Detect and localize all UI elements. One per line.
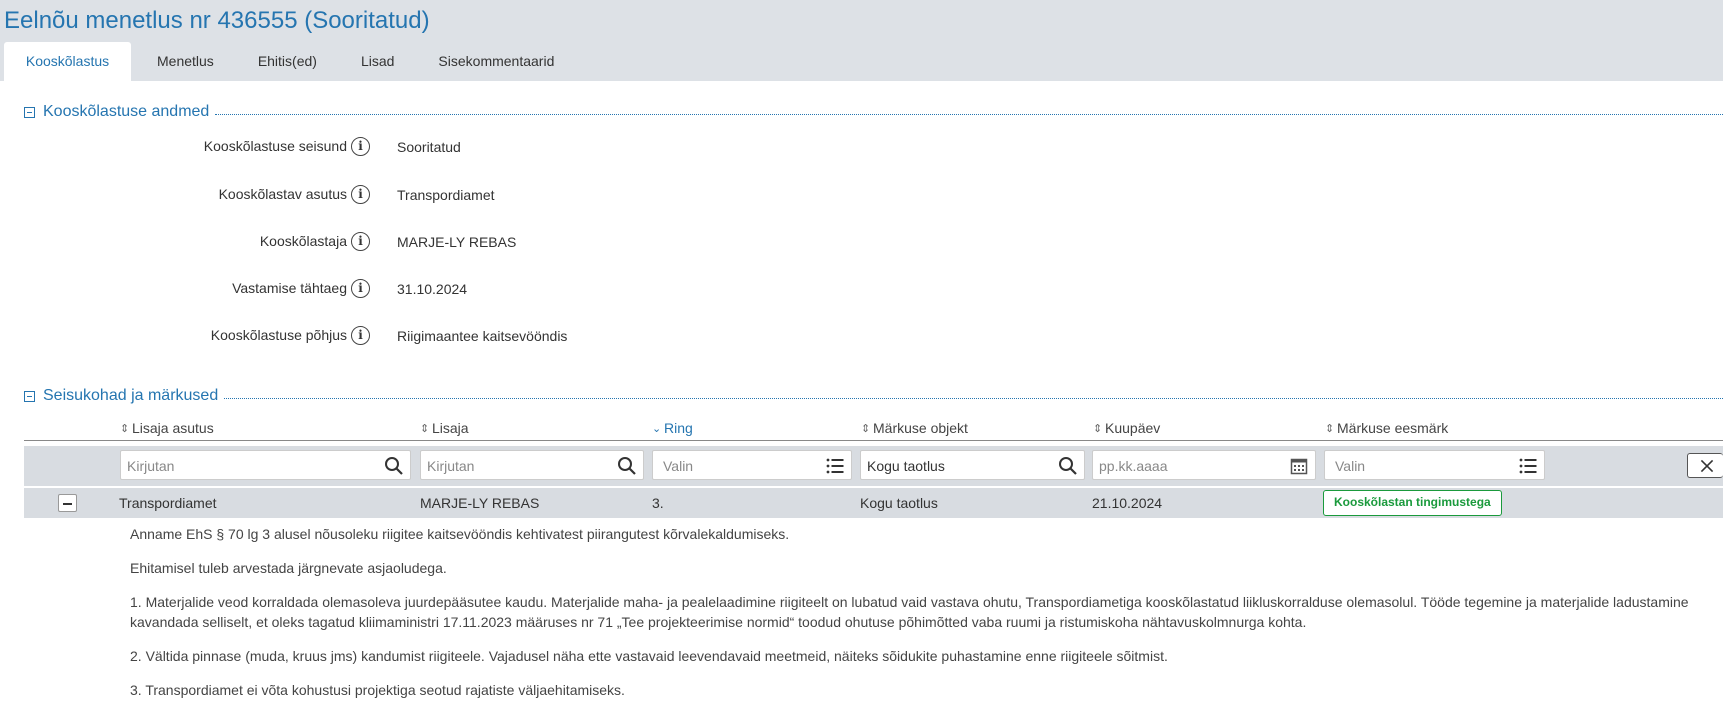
search-icon[interactable]: [1058, 456, 1078, 476]
field-row-reason: Kooskõlastuse põhjus i Riigimaantee kait…: [0, 324, 1723, 348]
date-filter-input[interactable]: pp.kk.aaaa: [1092, 450, 1316, 480]
filter-placeholder: Valin: [663, 458, 694, 474]
column-label: Märkuse objekt: [873, 420, 968, 436]
column-label: Lisaja asutus: [132, 420, 214, 436]
field-label: Kooskõlastuse seisund: [203, 138, 347, 154]
filter-placeholder: pp.kk.aaaa: [1099, 458, 1168, 474]
top-bar: Eelnõu menetlus nr 436555 (Sooritatud) K…: [0, 0, 1723, 81]
field-value: Riigimaantee kaitsevööndis: [397, 328, 568, 344]
purpose-filter-select[interactable]: Valin: [1324, 450, 1545, 480]
field-value: MARJE-LY REBAS: [397, 234, 517, 250]
filter-value: Kogu taotlus: [867, 458, 945, 474]
tab-bar: Kooskõlastus Menetlus Ehitis(ed) Lisad S…: [4, 42, 574, 81]
tab-kooskolastus[interactable]: Kooskõlastus: [4, 42, 131, 81]
comment-paragraph: 1. Materjalide veod korraldada olemasole…: [130, 594, 1689, 630]
page-title: Eelnõu menetlus nr 436555 (Sooritatud): [4, 7, 430, 34]
field-row-approver: Kooskõlastaja i MARJE-LY REBAS: [0, 230, 1723, 254]
sort-icon: ⇕: [1325, 422, 1335, 435]
row-adder: MARJE-LY REBAS: [420, 495, 540, 511]
filter-placeholder: Valin: [1335, 458, 1366, 474]
column-header-purpose[interactable]: ⇕ Märkuse eesmärk: [1325, 418, 1448, 438]
chevron-down-icon: ⌄: [652, 422, 662, 435]
tab-ehitised[interactable]: Ehitis(ed): [238, 42, 337, 81]
clear-filters-button[interactable]: [1687, 453, 1723, 478]
calendar-icon[interactable]: [1289, 456, 1309, 476]
comment-paragraph: 3. Transpordiamet ei võta kohustusi proj…: [130, 682, 625, 698]
collapse-icon[interactable]: [24, 390, 35, 402]
column-header-round[interactable]: ⌄ Ring: [652, 418, 693, 438]
collapse-icon[interactable]: [24, 106, 35, 118]
status-badge: Kooskõlastan tingimustega: [1323, 490, 1502, 516]
column-header-agency[interactable]: ⇕ Lisaja asutus: [120, 418, 214, 438]
sort-icon: ⇕: [420, 422, 430, 435]
coordination-section-header: Kooskõlastuse andmed: [24, 103, 1723, 121]
object-filter-input[interactable]: Kogu taotlus: [860, 450, 1085, 480]
row-agency: Transpordiamet: [119, 495, 217, 511]
field-value: Sooritatud: [397, 139, 461, 155]
row-date: 21.10.2024: [1092, 495, 1163, 511]
remarks-section-header: Seisukohad ja märkused: [24, 387, 1723, 405]
sort-icon: ⇕: [1093, 422, 1103, 435]
close-icon: [1700, 459, 1714, 473]
field-value: Transpordiamet: [397, 187, 495, 203]
section-divider: [224, 397, 1723, 399]
info-icon[interactable]: i: [351, 232, 370, 251]
field-label: Vastamise tähtaeg: [232, 280, 347, 296]
column-label: Märkuse eesmärk: [1337, 420, 1449, 436]
info-icon[interactable]: i: [351, 279, 370, 298]
field-row-status: Kooskõlastuse seisund i Sooritatud: [0, 135, 1723, 159]
agency-filter-input[interactable]: Kirjutan: [120, 450, 411, 480]
sort-icon: ⇕: [120, 422, 130, 435]
list-icon[interactable]: [1518, 456, 1538, 476]
list-icon[interactable]: [825, 456, 845, 476]
filter-placeholder: Kirjutan: [127, 458, 175, 474]
tab-lisad[interactable]: Lisad: [341, 42, 414, 81]
column-header-date[interactable]: ⇕ Kuupäev: [1093, 418, 1160, 438]
info-icon[interactable]: i: [351, 326, 370, 345]
comment-paragraph: 2. Vältida pinnase (muda, kruus jms) kan…: [130, 648, 1168, 664]
column-label: Kuupäev: [1105, 420, 1161, 436]
info-icon[interactable]: i: [351, 137, 370, 156]
comment-paragraph: Anname EhS § 70 lg 3 alusel nõusoleku ri…: [130, 526, 790, 542]
collapse-row-button[interactable]: [58, 494, 77, 512]
remarks-section-title: Seisukohad ja märkused: [43, 387, 219, 404]
row-round: 3.: [652, 495, 664, 511]
round-filter-select[interactable]: Valin: [652, 450, 852, 480]
column-header-object[interactable]: ⇕ Märkuse objekt: [861, 418, 968, 438]
filter-placeholder: Kirjutan: [427, 458, 475, 474]
field-value: 31.10.2024: [397, 281, 468, 297]
section-divider: [215, 113, 1723, 115]
search-icon[interactable]: [384, 456, 404, 476]
field-label: Kooskõlastaja: [259, 233, 347, 249]
search-icon[interactable]: [617, 456, 637, 476]
field-row-agency: Kooskõlastav asutus i Transpordiamet: [0, 183, 1723, 207]
tab-sisekommentaarid[interactable]: Sisekommentaarid: [418, 42, 574, 81]
comment-paragraph: Ehitamisel tuleb arvestada järgnevate as…: [130, 560, 447, 576]
sort-icon: ⇕: [861, 422, 871, 435]
info-icon[interactable]: i: [351, 185, 370, 204]
field-label: Kooskõlastuse põhjus: [210, 327, 347, 343]
column-label: Lisaja: [432, 420, 469, 436]
adder-filter-input[interactable]: Kirjutan: [420, 450, 644, 480]
field-label: Kooskõlastav asutus: [218, 186, 347, 202]
coordination-section-title: Kooskõlastuse andmed: [43, 103, 210, 120]
header-divider: [24, 440, 1723, 441]
column-header-adder[interactable]: ⇕ Lisaja: [420, 418, 469, 438]
row-object: Kogu taotlus: [860, 495, 938, 511]
field-row-deadline: Vastamise tähtaeg i 31.10.2024: [0, 277, 1723, 301]
tab-menetlus[interactable]: Menetlus: [137, 42, 234, 81]
column-label: Ring: [664, 420, 693, 436]
